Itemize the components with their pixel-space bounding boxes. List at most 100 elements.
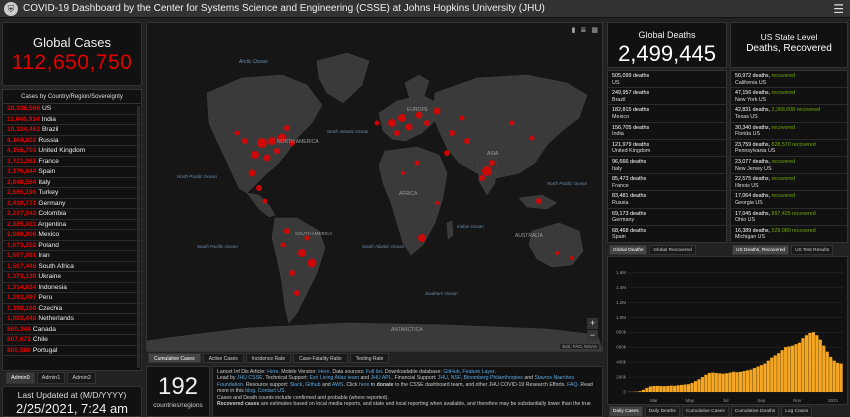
list-item[interactable]: 2,665,196 Turkey [3, 188, 141, 199]
list-item[interactable]: 23,759 deaths, 828,570 recovered Pennsylv… [731, 140, 847, 157]
list-item[interactable]: 96,666 deaths Italy [608, 157, 726, 175]
list-item[interactable]: 47,156 deaths, recovered New York US [731, 88, 847, 106]
jhu-csse-link[interactable]: JHU CSSE [237, 375, 263, 381]
mobile-here-link[interactable]: Here [318, 369, 329, 375]
list-item[interactable]: 4,156,703 United Kingdom [3, 146, 141, 157]
lancet-here-link[interactable]: Here [267, 369, 278, 375]
nsf-link[interactable]: NSF [451, 375, 461, 381]
list-item[interactable]: 10,324,463 Brazil [3, 125, 141, 136]
zoom-in-button[interactable]: + [587, 318, 598, 329]
list-item[interactable]: 3,721,061 France [3, 157, 141, 167]
tab-admin1[interactable]: Admin1 [36, 372, 66, 384]
contact-link[interactable]: Contact US [258, 388, 285, 394]
list-item[interactable]: 1,607,081 Iran [3, 251, 141, 262]
list-item[interactable]: 1,083,448 Netherlands [3, 314, 141, 325]
tab-daily-cases[interactable]: Daily Cases [609, 406, 643, 417]
faq-link[interactable]: FAQ [567, 382, 577, 388]
global-deaths-list[interactable]: 505,099 deaths US 249,957 deaths Brazil 182,… [607, 70, 727, 243]
list-item[interactable]: 505,099 deaths US [608, 71, 726, 89]
zoom-out-button[interactable]: − [587, 330, 598, 341]
list-item[interactable]: 807,672 Chile [3, 335, 141, 346]
list-item[interactable]: 28,336,566 US [3, 104, 141, 115]
list-item[interactable]: 85,473 deaths France [608, 174, 726, 192]
tab-admin0[interactable]: Admin0 [6, 372, 35, 384]
list-item[interactable]: 4,164,802 Russia [3, 136, 141, 146]
us-state-list[interactable]: 50,972 deaths, recovered California US 47,… [730, 70, 848, 243]
list-item[interactable]: 249,957 deaths Brazil [608, 88, 726, 106]
list-item[interactable]: 860,348 Canada [3, 325, 141, 335]
here-link[interactable]: here [359, 382, 369, 388]
list-item[interactable]: 2,237,542 Colombia [3, 209, 141, 220]
tab-cumulative-cases-chart[interactable]: Cumulative Cases [681, 406, 729, 417]
menu-icon[interactable]: ☰ [833, 2, 844, 16]
death-count: 85,473 deaths [612, 176, 647, 183]
list-item[interactable]: 16,389 deaths, 529,080 recovered Michigan… [731, 226, 847, 242]
jhu-link[interactable]: JHU [438, 375, 448, 381]
tab-us-deaths-recovered[interactable]: US Deaths, Recovered [732, 245, 790, 255]
tab-daily-deaths[interactable]: Daily Deaths [644, 406, 680, 417]
list-item[interactable]: 1,198,169 Czechia [3, 304, 141, 314]
list-item[interactable]: 800,586 Portugal [3, 346, 141, 356]
list-item[interactable]: 2,060,908 Mexico [3, 230, 141, 241]
case-count: 2,085,411 [7, 220, 36, 228]
tab-log-cases[interactable]: Log Cases [781, 406, 813, 417]
tab-global-deaths[interactable]: Global Deaths [609, 245, 648, 255]
list-item[interactable]: 50,972 deaths, recovered California US [731, 71, 847, 89]
slack-link[interactable]: Slack [290, 382, 303, 388]
tab-us-test-results[interactable]: US Test Results [791, 245, 834, 255]
list-item[interactable]: 22,575 deaths, recovered Illinois US [731, 174, 847, 192]
list-item[interactable]: 1,507,448 South Africa [3, 262, 141, 272]
bookmark-icon[interactable]: ▮ [572, 26, 576, 34]
world-map-canvas[interactable]: Arctic Ocean NORTH AMERICA North Atlanti… [147, 23, 603, 352]
bloomberg-link[interactable]: Bloomberg Philanthropies [463, 375, 522, 381]
blog-link[interactable]: blog [245, 388, 255, 394]
list-item[interactable]: 2,848,564 Italy [3, 178, 141, 188]
list-item[interactable]: 69,173 deaths Germany [608, 209, 726, 226]
list-item[interactable]: 23,077 deaths, recovered New Jersey US [731, 157, 847, 175]
list-item[interactable]: 182,815 deaths Mexico [608, 105, 726, 123]
tab-testing-rate[interactable]: Testing Rate [349, 353, 390, 363]
list-item[interactable]: 30,340 deaths, recovered Florida US [731, 123, 847, 140]
list-item[interactable]: 1,373,139 Ukraine [3, 272, 141, 283]
list-item[interactable]: 68,468 deaths Spain [608, 226, 726, 242]
list-item[interactable]: 1,293,497 Peru [3, 293, 141, 304]
list-item[interactable]: 17,064 deaths, recovered Georgia US [731, 191, 847, 209]
github-resource-link[interactable]: Github [305, 382, 320, 388]
grid-icon[interactable]: ▦ [591, 26, 598, 34]
list-item[interactable]: 2,085,411 Argentina [3, 220, 141, 230]
list-item[interactable]: 11,046,914 India [3, 115, 141, 125]
country-name: Italy [38, 178, 51, 186]
state-recovered: recovered [771, 90, 796, 97]
list-item[interactable]: 121,979 deaths United Kingdom [608, 140, 726, 157]
list-item[interactable]: 2,419,771 Germany [3, 199, 141, 209]
chart-bar [641, 389, 646, 392]
aws-link[interactable]: AWS [332, 382, 344, 388]
full-list-link[interactable]: Full list [366, 369, 382, 375]
country-list-scrollbar[interactable] [137, 106, 140, 368]
tab-global-recovered[interactable]: Global Recovered [649, 245, 696, 255]
list-item[interactable]: 1,314,634 Indonesia [3, 283, 141, 293]
country-cases-list[interactable]: Cases by Country/Region/Sovereignty 28,3… [2, 89, 142, 371]
chart-bar [773, 355, 777, 392]
case-count: 3,170,644 [7, 168, 37, 175]
jhu-apl-link[interactable]: JHU APL [371, 375, 392, 381]
tab-incidence-rate[interactable]: Incidence Rate [245, 353, 292, 363]
list-item[interactable]: 17,045 deaths, 897,425 recovered Ohio US [731, 209, 847, 226]
tab-cumulative-cases[interactable]: Cumulative Cases [148, 353, 201, 363]
world-map[interactable]: Arctic Ocean NORTH AMERICA North Atlanti… [146, 22, 603, 352]
tab-cumulative-deaths[interactable]: Cumulative Deaths [730, 406, 780, 417]
list-item[interactable]: 1,673,252 Poland [3, 241, 141, 251]
tab-admin2[interactable]: Admin2 [67, 372, 96, 384]
list-item[interactable]: 42,831 deaths, 2,368,008 recovered Texas … [731, 105, 847, 123]
list-icon[interactable]: ≣ [581, 26, 587, 34]
tab-case-fatality-ratio[interactable]: Case-Fatality Ratio [293, 353, 348, 363]
tab-active-cases[interactable]: Active Cases [202, 353, 244, 363]
esri-living-atlas-link[interactable]: Esri Living Atlas team [309, 375, 359, 381]
list-item[interactable]: 156,705 deaths India [608, 123, 726, 140]
list-item[interactable]: 3,170,644 Spain [3, 167, 141, 178]
state-stats: 47,156 deaths, recovered [735, 90, 843, 97]
country-name: Iran [38, 252, 50, 259]
github-link[interactable]: GitHub [443, 369, 459, 375]
list-item[interactable]: 83,481 deaths Russia [608, 191, 726, 209]
feature-layer-link[interactable]: Feature Layer [462, 369, 494, 375]
